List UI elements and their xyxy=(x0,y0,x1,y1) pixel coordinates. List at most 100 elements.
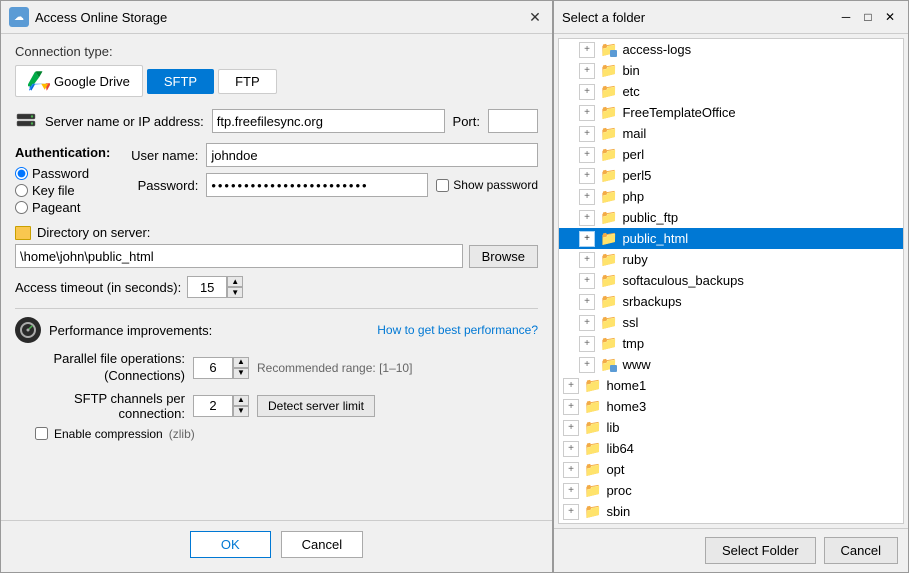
sftp-channels-down-button[interactable]: ▼ xyxy=(233,406,249,417)
server-input[interactable] xyxy=(212,109,445,133)
tree-item[interactable]: +📁home1 xyxy=(559,375,903,396)
sftp-channels-row: SFTP channels per connection: ▲ ▼ Detect… xyxy=(15,391,538,421)
sftp-channels-label: SFTP channels per connection: xyxy=(74,391,185,421)
auth-pageant-radio[interactable] xyxy=(15,201,28,214)
main-close-button[interactable]: ✕ xyxy=(526,8,544,26)
expand-icon: + xyxy=(579,210,595,226)
perf-label: Performance improvements: xyxy=(49,323,212,338)
tree-item[interactable]: +📁ruby xyxy=(559,249,903,270)
tree-item[interactable]: +📁php xyxy=(559,186,903,207)
password-row: Password: Show password xyxy=(118,173,538,197)
tree-item[interactable]: +📁lib xyxy=(559,417,903,438)
expand-icon: + xyxy=(579,252,595,268)
sftp-channels-up-button[interactable]: ▲ xyxy=(233,395,249,406)
tree-item-label: lib64 xyxy=(606,441,633,456)
folder-maximize-button[interactable]: □ xyxy=(858,7,878,27)
tree-item-label: access-logs xyxy=(622,42,691,57)
tree-item[interactable]: +📁bin xyxy=(559,60,903,81)
ok-button[interactable]: OK xyxy=(190,531,271,558)
parallel-down-button[interactable]: ▼ xyxy=(233,368,249,379)
google-drive-button[interactable]: Google Drive xyxy=(15,65,143,97)
tree-item[interactable]: +📁perl5 xyxy=(559,165,903,186)
username-label: User name: xyxy=(118,148,198,163)
tree-item[interactable]: +📁sbin xyxy=(559,501,903,522)
folder-icon: 📁 xyxy=(600,251,617,268)
compress-checkbox[interactable] xyxy=(35,427,48,440)
tree-item[interactable]: +📁opt xyxy=(559,459,903,480)
tree-item[interactable]: +📁softaculous_backups xyxy=(559,270,903,291)
auth-keyfile-radio[interactable] xyxy=(15,184,28,197)
tree-item[interactable]: +📁tmp xyxy=(559,333,903,354)
expand-icon: + xyxy=(563,441,579,457)
timeout-spinner-buttons: ▲ ▼ xyxy=(227,276,243,298)
perf-section: Performance improvements: How to get bes… xyxy=(15,308,538,441)
folder-icon: 📁 xyxy=(600,209,617,226)
tree-item[interactable]: +📁FreeTemplateOffice xyxy=(559,102,903,123)
auth-password-radio[interactable] xyxy=(15,167,28,180)
main-dialog: ☁ Access Online Storage ✕ Connection typ… xyxy=(0,0,553,573)
main-cancel-button[interactable]: Cancel xyxy=(281,531,363,558)
folder-icon: 📁 xyxy=(600,335,617,352)
tree-item-label: public_ftp xyxy=(622,210,678,225)
expand-icon: + xyxy=(579,231,595,247)
tree-item[interactable]: +📁etc xyxy=(559,81,903,102)
timeout-input[interactable] xyxy=(187,276,227,298)
auth-right: User name: Password: Show password xyxy=(118,143,538,215)
auth-keyfile-label: Key file xyxy=(32,183,75,198)
ftp-button[interactable]: FTP xyxy=(218,69,277,94)
main-dialog-content: Connection type: Google Drive SFTP FTP xyxy=(1,34,552,520)
tree-item-label: proc xyxy=(606,483,631,498)
folder-icon: 📁 xyxy=(600,314,617,331)
tree-item-label: perl5 xyxy=(622,168,651,183)
tree-item-label: public_html xyxy=(622,231,688,246)
folder-close-button[interactable]: ✕ xyxy=(880,7,900,27)
tree-item[interactable]: + 📁 public_ftp xyxy=(559,207,903,228)
perf-icon xyxy=(15,317,41,343)
show-password-checkbox[interactable] xyxy=(436,179,449,192)
folder-cancel-button[interactable]: Cancel xyxy=(824,537,898,564)
tree-item[interactable]: +📁mail xyxy=(559,123,903,144)
tree-item[interactable]: +📁lib64 xyxy=(559,438,903,459)
conn-type-buttons: Google Drive SFTP FTP xyxy=(15,65,538,97)
main-dialog-title: Access Online Storage xyxy=(35,10,167,25)
detect-server-limit-button[interactable]: Detect server limit xyxy=(257,395,375,417)
expand-icon: + xyxy=(579,63,595,79)
folder-tree[interactable]: + 📁 access-logs+📁bin+📁etc+📁FreeTemplateO… xyxy=(558,38,904,524)
perf-link[interactable]: How to get best performance? xyxy=(377,323,538,337)
server-row: Server name or IP address: Port: xyxy=(15,109,538,133)
tree-item[interactable]: + 📁 access-logs xyxy=(559,39,903,60)
dir-label: Directory on server: xyxy=(37,225,150,240)
compress-row: Enable compression (zlib) xyxy=(35,427,538,441)
port-input[interactable] xyxy=(488,109,538,133)
folder-minimize-button[interactable]: ─ xyxy=(836,7,856,27)
tree-item[interactable]: +📁ssl xyxy=(559,312,903,333)
select-folder-button[interactable]: Select Folder xyxy=(705,537,816,564)
sftp-channels-spinner: ▲ ▼ xyxy=(193,395,249,417)
folder-title-bar: Select a folder ─ □ ✕ xyxy=(554,1,908,34)
folder-icon: 📁 xyxy=(600,146,617,163)
parallel-input[interactable] xyxy=(193,357,233,379)
timeout-down-button[interactable]: ▼ xyxy=(227,287,243,298)
username-input[interactable] xyxy=(206,143,538,167)
expand-icon: + xyxy=(579,168,595,184)
parallel-up-button[interactable]: ▲ xyxy=(233,357,249,368)
tree-item[interactable]: +📁proc xyxy=(559,480,903,501)
tree-item[interactable]: + 📁 www xyxy=(559,354,903,375)
tree-item[interactable]: +📁perl xyxy=(559,144,903,165)
tree-item[interactable]: +📁home3 xyxy=(559,396,903,417)
tree-item[interactable]: +📁public_html xyxy=(559,228,903,249)
tree-item-label: opt xyxy=(606,462,624,477)
expand-icon: + xyxy=(579,315,595,331)
tree-item[interactable]: +📁srbackups xyxy=(559,291,903,312)
timeout-up-button[interactable]: ▲ xyxy=(227,276,243,287)
gdrive-icon xyxy=(28,70,50,92)
browse-button[interactable]: Browse xyxy=(469,245,538,268)
folder-icon: 📁 xyxy=(600,104,617,121)
sftp-channels-input[interactable] xyxy=(193,395,233,417)
compress-extra: (zlib) xyxy=(169,427,195,441)
sftp-button[interactable]: SFTP xyxy=(147,69,214,94)
tree-item-label: lib xyxy=(606,420,619,435)
folder-icon: 📁 xyxy=(584,461,601,478)
password-input[interactable] xyxy=(206,173,428,197)
dir-input[interactable] xyxy=(15,244,463,268)
